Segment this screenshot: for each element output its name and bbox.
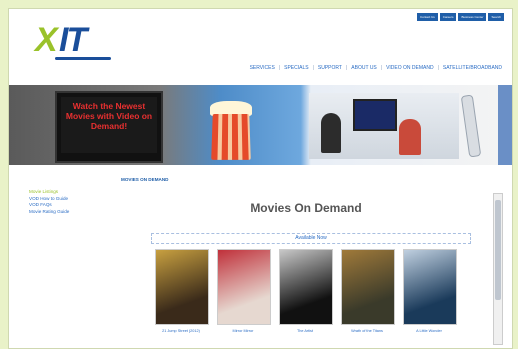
topbar-link[interactable]: Careers (439, 13, 457, 21)
sidebar-menu: Movie Listings VOD How to Guide VOD FAQs… (29, 189, 119, 215)
nav-item-video-on-demand[interactable]: VIDEO ON DEMAND (386, 65, 434, 71)
logo-swoosh (55, 57, 111, 60)
movie-poster[interactable] (341, 249, 395, 325)
family-watching-tv-image (309, 93, 459, 159)
logo-letters-it: IT (59, 21, 87, 59)
topbar-link[interactable]: Contact Us (416, 13, 438, 21)
nav-item-about[interactable]: ABOUT US (351, 65, 376, 71)
main-nav: SERVICES | SPECIALS | SUPPORT | ABOUT US | V… (250, 65, 502, 71)
movie-poster-row: 21 Jump Street (2012) Mirror Mirror The … (155, 249, 457, 334)
movie-card[interactable]: Mirror Mirror (217, 249, 271, 334)
movie-poster[interactable] (403, 249, 457, 325)
movie-card[interactable]: The Artist (279, 249, 333, 334)
nav-separator: | (345, 65, 348, 71)
nav-item-satellite[interactable]: SATELLITE/BROADBAND (443, 65, 502, 71)
movie-caption[interactable]: The Artist (279, 329, 331, 334)
sidebar-item-vod-guide[interactable]: VOD How to Guide (29, 196, 119, 203)
remote-control-image (460, 94, 482, 158)
banner-edge (498, 85, 512, 165)
nav-separator: | (380, 65, 383, 71)
person-figure (399, 119, 421, 155)
nav-separator: | (312, 65, 314, 71)
topbar-link[interactable]: Search (488, 13, 504, 21)
movie-card[interactable]: Wrath of the Titans (341, 249, 395, 334)
site-logo[interactable]: X IT (35, 21, 115, 63)
movie-card[interactable]: 21 Jump Street (2012) (155, 249, 209, 334)
logo-letter-x: X (35, 21, 58, 59)
top-utility-bar: Contact Us Careers Business Center Searc… (416, 13, 504, 21)
movie-caption[interactable]: Wrath of the Titans (341, 329, 393, 334)
sidebar-item-movie-listings[interactable]: Movie Listings (29, 189, 119, 196)
page: Contact Us Careers Business Center Searc… (8, 8, 513, 349)
movie-poster[interactable] (155, 249, 209, 325)
vertical-scrollbar[interactable] (493, 193, 503, 345)
movie-card[interactable]: A Little Wonder (403, 249, 457, 334)
tv-screen-image (353, 99, 397, 131)
main-content: Movies On Demand Available Now 21 Jump S… (121, 185, 491, 348)
popcorn-image (204, 95, 254, 160)
nav-separator: | (437, 65, 439, 71)
movie-poster[interactable] (279, 249, 333, 325)
movie-poster[interactable] (217, 249, 271, 325)
nav-item-services[interactable]: SERVICES (250, 65, 275, 71)
hero-banner: Watch the Newest Movies with Video on De… (9, 85, 512, 165)
sidebar-item-vod-faqs[interactable]: VOD FAQs (29, 202, 119, 209)
popcorn-box (211, 114, 251, 160)
breadcrumb: MOVIES ON DEMAND (121, 177, 169, 182)
topbar-link[interactable]: Business Center (458, 13, 487, 21)
page-title: Movies On Demand (250, 201, 362, 215)
tv-promo: Watch the Newest Movies with Video on De… (55, 91, 163, 163)
scrollbar-thumb[interactable] (495, 200, 501, 300)
sidebar-item-rating-guide[interactable]: Movie Rating Guide (29, 209, 119, 216)
tv-promo-text: Watch the Newest Movies with Video on De… (61, 97, 157, 153)
available-now-heading: Available Now (151, 233, 471, 244)
movie-caption[interactable]: 21 Jump Street (2012) (155, 329, 207, 334)
nav-item-specials[interactable]: SPECIALS (284, 65, 308, 71)
nav-item-support[interactable]: SUPPORT (318, 65, 342, 71)
person-figure (321, 113, 341, 153)
movie-caption[interactable]: Mirror Mirror (217, 329, 269, 334)
movie-caption[interactable]: A Little Wonder (403, 329, 455, 334)
nav-separator: | (278, 65, 281, 71)
